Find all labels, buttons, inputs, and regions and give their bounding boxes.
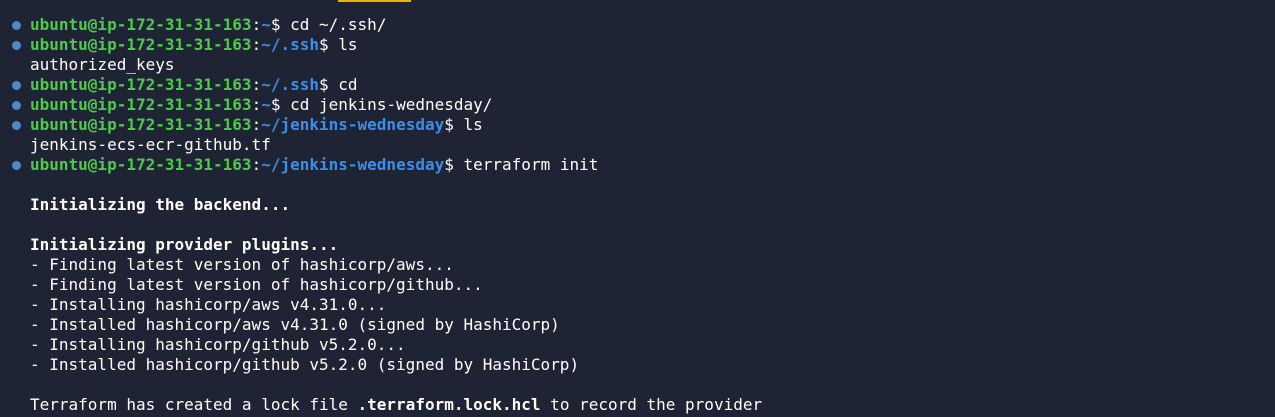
output-line: - Installing hashicorp/github v5.2.0... bbox=[0, 335, 1275, 355]
prompt-user-host: ubuntu@ip-172-31-31-163 bbox=[30, 75, 252, 94]
prompt-user-host: ubuntu@ip-172-31-31-163 bbox=[30, 35, 252, 54]
prompt-path: ~/jenkins-wednesday bbox=[261, 155, 445, 174]
prompt-path: ~/jenkins-wednesday bbox=[261, 115, 445, 134]
command-marker-icon[interactable] bbox=[12, 21, 21, 30]
command-line: ubuntu@ip-172-31-31-163:~/jenkins-wednes… bbox=[0, 115, 1275, 135]
output-text: - Installed hashicorp/aws v4.31.0 (signe… bbox=[30, 315, 560, 334]
output-text: authorized_keys bbox=[30, 55, 175, 74]
output-line: - Installed hashicorp/github v5.2.0 (sig… bbox=[0, 355, 1275, 375]
command-text: cd bbox=[328, 75, 358, 94]
prompt-user-host: ubuntu@ip-172-31-31-163 bbox=[30, 115, 252, 134]
command-text: terraform init bbox=[453, 155, 599, 174]
output-text: - Installing hashicorp/github v5.2.0... bbox=[30, 335, 406, 354]
command-marker-icon[interactable] bbox=[12, 41, 21, 50]
prompt-user-host: ubuntu@ip-172-31-31-163 bbox=[30, 15, 252, 34]
output-text: Initializing the backend... bbox=[30, 195, 291, 214]
command-text: ls bbox=[328, 35, 358, 54]
command-line: ubuntu@ip-172-31-31-163:~$ cd ~/.ssh/ bbox=[0, 15, 1275, 35]
command-marker-icon[interactable] bbox=[12, 161, 21, 170]
command-line: ubuntu@ip-172-31-31-163:~/.ssh$ cd bbox=[0, 75, 1275, 95]
prompt-path: ~/.ssh bbox=[261, 35, 319, 54]
prompt-colon: : bbox=[251, 15, 262, 34]
output-text: - Finding latest version of hashicorp/gi… bbox=[30, 275, 483, 294]
terminal-window[interactable]: ubuntu@ip-172-31-31-163:~$ cd ~/.ssh/ubu… bbox=[0, 0, 1275, 417]
output-line: - Installing hashicorp/aws v4.31.0... bbox=[0, 295, 1275, 315]
prompt-path: ~ bbox=[261, 95, 271, 114]
output-line: Initializing provider plugins... bbox=[0, 235, 1275, 255]
command-line: ubuntu@ip-172-31-31-163:~/jenkins-wednes… bbox=[0, 155, 1275, 175]
output-text: Initializing provider plugins... bbox=[30, 235, 339, 254]
prompt-path: ~ bbox=[261, 15, 271, 34]
prompt-path: ~/.ssh bbox=[261, 75, 319, 94]
command-text: cd ~/.ssh/ bbox=[280, 15, 387, 34]
active-tab-indicator bbox=[338, 0, 411, 2]
command-line: ubuntu@ip-172-31-31-163:~/.ssh$ ls bbox=[0, 35, 1275, 55]
prompt-user-host: ubuntu@ip-172-31-31-163 bbox=[30, 155, 252, 174]
prompt-colon: : bbox=[251, 155, 262, 174]
output-text: - Installing hashicorp/aws v4.31.0... bbox=[30, 295, 387, 314]
output-line: jenkins-ecs-ecr-github.tf bbox=[0, 135, 1275, 155]
prompt-colon: : bbox=[251, 35, 262, 54]
command-text: ls bbox=[453, 115, 483, 134]
output-text: - Finding latest version of hashicorp/aw… bbox=[30, 255, 454, 274]
command-marker-icon[interactable] bbox=[12, 121, 21, 130]
prompt-dollar: $ bbox=[444, 155, 454, 174]
command-line: ubuntu@ip-172-31-31-163:~$ cd jenkins-we… bbox=[0, 95, 1275, 115]
prompt-colon: : bbox=[251, 95, 262, 114]
output-line: Terraform has created a lock file .terra… bbox=[0, 395, 1275, 415]
command-text: cd jenkins-wednesday/ bbox=[280, 95, 493, 114]
output-text: Terraform has created a lock file bbox=[30, 395, 358, 414]
prompt-dollar: $ bbox=[444, 115, 454, 134]
output-text: - Installed hashicorp/github v5.2.0 (sig… bbox=[30, 355, 580, 374]
terminal-output: ubuntu@ip-172-31-31-163:~$ cd ~/.ssh/ubu… bbox=[0, 15, 1275, 415]
prompt-dollar: $ bbox=[319, 35, 329, 54]
output-filename: .terraform.lock.hcl bbox=[357, 395, 541, 414]
output-text: jenkins-ecs-ecr-github.tf bbox=[30, 135, 271, 154]
command-marker-icon[interactable] bbox=[12, 101, 21, 110]
output-line: - Finding latest version of hashicorp/aw… bbox=[0, 255, 1275, 275]
output-text: to record the provider bbox=[540, 395, 763, 414]
output-line: - Installed hashicorp/aws v4.31.0 (signe… bbox=[0, 315, 1275, 335]
output-line: Initializing the backend... bbox=[0, 195, 1275, 215]
output-line: authorized_keys bbox=[0, 55, 1275, 75]
command-marker-icon[interactable] bbox=[12, 81, 21, 90]
prompt-dollar: $ bbox=[319, 75, 329, 94]
output-line: - Finding latest version of hashicorp/gi… bbox=[0, 275, 1275, 295]
prompt-colon: : bbox=[251, 75, 262, 94]
prompt-user-host: ubuntu@ip-172-31-31-163 bbox=[30, 95, 252, 114]
prompt-colon: : bbox=[251, 115, 262, 134]
